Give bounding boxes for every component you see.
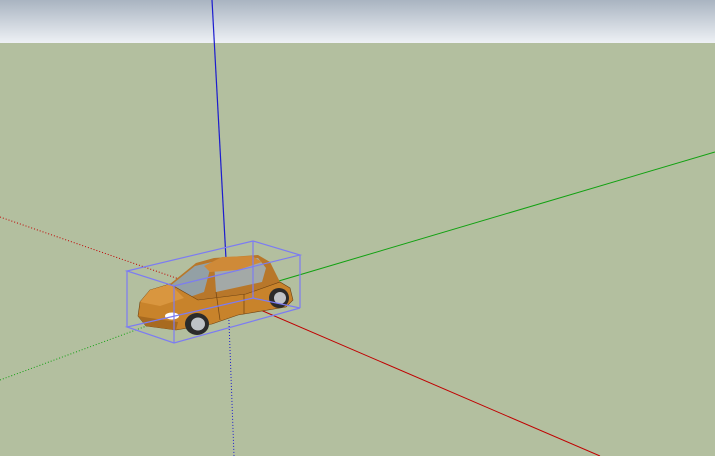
front-wheel (185, 313, 209, 335)
blue-axis (211, 0, 229, 297)
car-model[interactable] (137, 255, 294, 335)
green-axis (227, 151, 715, 297)
3d-viewport[interactable] (0, 0, 715, 456)
blue-axis-negative (227, 295, 235, 456)
scene-canvas[interactable] (0, 0, 715, 456)
red-axis (227, 295, 601, 456)
